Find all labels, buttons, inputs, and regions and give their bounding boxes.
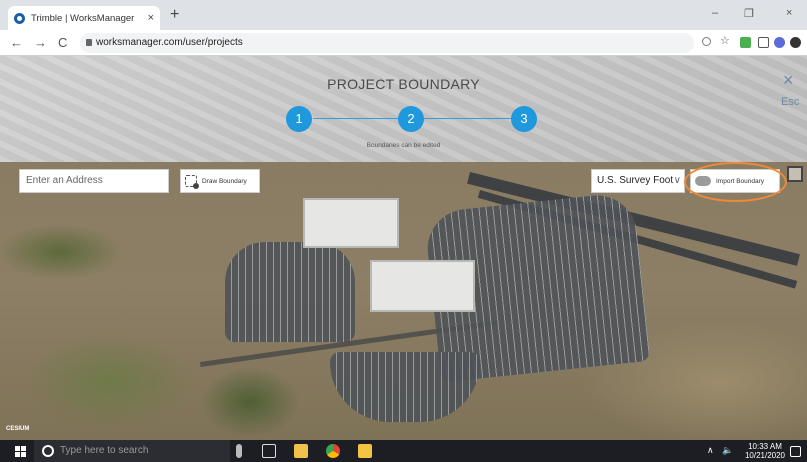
extension-green-icon[interactable]	[740, 37, 751, 48]
units-select[interactable]: U.S. Survey Foot ∨	[591, 169, 685, 193]
step-2[interactable]: 2	[398, 106, 424, 132]
window-close-button[interactable]: ×	[786, 7, 792, 19]
address-input[interactable]: Enter an Address	[19, 169, 169, 193]
office-building	[370, 260, 475, 312]
chrome-icon[interactable]	[326, 444, 340, 458]
cortana-icon	[42, 445, 54, 457]
chevron-down-icon: ∨	[673, 175, 681, 186]
windows-taskbar: Type here to search ∧ 🔈 10:33 AM 10/21/2…	[0, 440, 807, 462]
satellite-map[interactable]: Enter an Address Draw Boundary U.S. Surv…	[0, 162, 807, 440]
parking-lot	[330, 352, 480, 422]
notifications-icon[interactable]	[790, 446, 801, 457]
browser-tabstrip: Trimble | WorksManager × + – ❐ ×	[0, 0, 807, 30]
lock-icon	[86, 39, 92, 46]
page-title: PROJECT BOUNDARY	[327, 76, 480, 92]
draw-boundary-icon	[185, 175, 199, 189]
highlight-annotation	[684, 162, 787, 202]
restore-button[interactable]: ❐	[744, 7, 754, 20]
store-icon[interactable]	[294, 444, 308, 458]
file-explorer-icon[interactable]	[358, 444, 372, 458]
url-text: worksmanager.com/user/projects	[96, 37, 243, 48]
taskbar-search-placeholder: Type here to search	[60, 445, 149, 456]
forward-button[interactable]: →	[34, 35, 47, 50]
zoom-icon[interactable]	[702, 37, 711, 46]
units-selected-value: U.S. Survey Foot	[597, 175, 674, 186]
page-content: PROJECT BOUNDARY 1 2 3 Boundaries can be…	[0, 56, 807, 440]
office-building	[303, 198, 399, 248]
windows-start-icon[interactable]	[15, 446, 26, 457]
tab-title: Trimble | WorksManager	[31, 12, 135, 24]
draw-boundary-button[interactable]: Draw Boundary	[180, 169, 260, 193]
extension-grid-icon[interactable]	[758, 37, 769, 48]
esc-label: Esc	[781, 96, 800, 108]
step-connector-line	[411, 118, 511, 119]
step-3[interactable]: 3	[511, 106, 537, 132]
reload-button[interactable]: C	[58, 35, 67, 50]
tray-overflow-icon[interactable]: ∧	[707, 445, 714, 456]
trimble-favicon-icon	[14, 12, 25, 24]
step-1[interactable]: 1	[286, 106, 312, 132]
step-caption: Boundaries can be edited	[366, 142, 441, 149]
clock-date: 10/21/2020	[744, 451, 786, 460]
url-field[interactable]: worksmanager.com/user/projects	[80, 33, 694, 53]
draw-boundary-label: Draw Boundary	[202, 177, 247, 185]
taskbar-clock[interactable]: 10:33 AM 10/21/2020	[744, 442, 786, 460]
new-tab-button[interactable]: +	[170, 6, 179, 24]
profile-avatar-icon[interactable]	[790, 37, 801, 48]
back-button[interactable]: ←	[10, 35, 23, 50]
bookmark-star-icon[interactable]: ☆	[720, 34, 731, 47]
minimize-button[interactable]: –	[712, 7, 718, 19]
project-boundary-header: PROJECT BOUNDARY 1 2 3 Boundaries can be…	[0, 56, 807, 162]
address-bar: ← → C worksmanager.com/user/projects ☆	[0, 30, 807, 56]
browser-tab[interactable]: Trimble | WorksManager ×	[8, 6, 160, 30]
cesium-attribution[interactable]: CESIUM	[6, 426, 29, 432]
close-icon[interactable]: ×	[783, 70, 794, 91]
microphone-icon[interactable]	[236, 444, 242, 458]
layers-icon[interactable]	[787, 166, 803, 182]
tab-close-icon[interactable]: ×	[148, 12, 154, 24]
extension-gear-icon[interactable]	[774, 37, 785, 48]
parking-lot	[225, 242, 355, 342]
clock-time: 10:33 AM	[748, 442, 782, 451]
taskbar-search-input[interactable]: Type here to search	[34, 440, 230, 462]
volume-icon[interactable]: 🔈	[722, 445, 733, 456]
task-view-icon[interactable]	[262, 444, 276, 458]
